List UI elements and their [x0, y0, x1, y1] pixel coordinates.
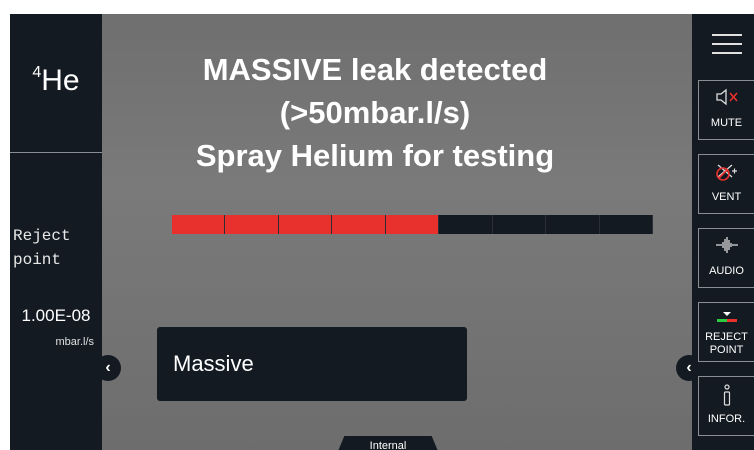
- leak-status-box: Massive: [157, 327, 467, 401]
- leak-rate-bar: [172, 215, 653, 234]
- reject-point-value: 1.00E-08: [21, 306, 91, 325]
- vent-label: VENT: [711, 191, 742, 203]
- chevron-left-icon: ‹: [686, 359, 692, 376]
- info-label: INFOR.: [707, 413, 746, 425]
- left-panel: 4He Reject point 1.00E-08 mbar.l/s: [10, 14, 102, 450]
- leak-bar-segment: [278, 215, 333, 234]
- reject-point-icon: [699, 309, 754, 331]
- alert-headline: MASSIVE leak detected (>50mbar.l/s) Spra…: [120, 48, 630, 177]
- leak-bar-segment: [546, 215, 600, 234]
- leak-bar-segment: [332, 215, 386, 234]
- leak-bar-segment: [439, 215, 493, 234]
- alert-line-1: MASSIVE leak detected: [202, 52, 548, 87]
- speaker-muted-icon: [699, 87, 754, 117]
- info-button[interactable]: INFOR.: [698, 376, 754, 436]
- info-icon: [699, 383, 754, 413]
- gas-symbol: He: [41, 64, 80, 97]
- audio-label: AUDIO: [709, 265, 744, 277]
- reject-point-unit: mbar.l/s: [55, 336, 94, 348]
- hamburger-menu-icon[interactable]: [712, 34, 742, 54]
- gas-mass: 4: [32, 64, 42, 81]
- audio-button[interactable]: AUDIO: [698, 228, 754, 288]
- reject-point-button[interactable]: REJECT POINT: [698, 302, 754, 362]
- alert-line-3: Spray Helium for testing: [195, 138, 555, 173]
- gas-indicator[interactable]: 4He: [10, 64, 102, 98]
- right-panel: MUTE VENT AUDIO REJECT POINT INFOR.: [692, 14, 754, 450]
- leak-detector-screen: 4He Reject point 1.00E-08 mbar.l/s ‹ MAS…: [10, 14, 754, 450]
- reject-point-label: Reject point: [13, 227, 71, 269]
- vent-button[interactable]: VENT: [698, 154, 754, 214]
- audio-wave-icon: [699, 235, 754, 265]
- reject-point-label-button: REJECT POINT: [705, 331, 748, 356]
- mute-label: MUTE: [710, 117, 743, 129]
- alert-line-2: (>50mbar.l/s): [279, 95, 471, 130]
- mode-tab[interactable]: Internal: [336, 436, 440, 450]
- leak-bar-segment: [172, 215, 226, 234]
- leak-bar-segment: [599, 215, 653, 234]
- collapse-left-panel-button[interactable]: ‹: [95, 355, 121, 381]
- leak-bar-segment: [492, 215, 547, 234]
- mute-button[interactable]: MUTE: [698, 80, 754, 140]
- leak-bar-segment: [385, 215, 440, 234]
- leak-status-text: Massive: [173, 351, 254, 376]
- left-divider: [10, 152, 102, 153]
- vent-valve-icon: [699, 161, 754, 191]
- chevron-left-icon: ‹: [105, 359, 111, 376]
- leak-bar-segment: [225, 215, 279, 234]
